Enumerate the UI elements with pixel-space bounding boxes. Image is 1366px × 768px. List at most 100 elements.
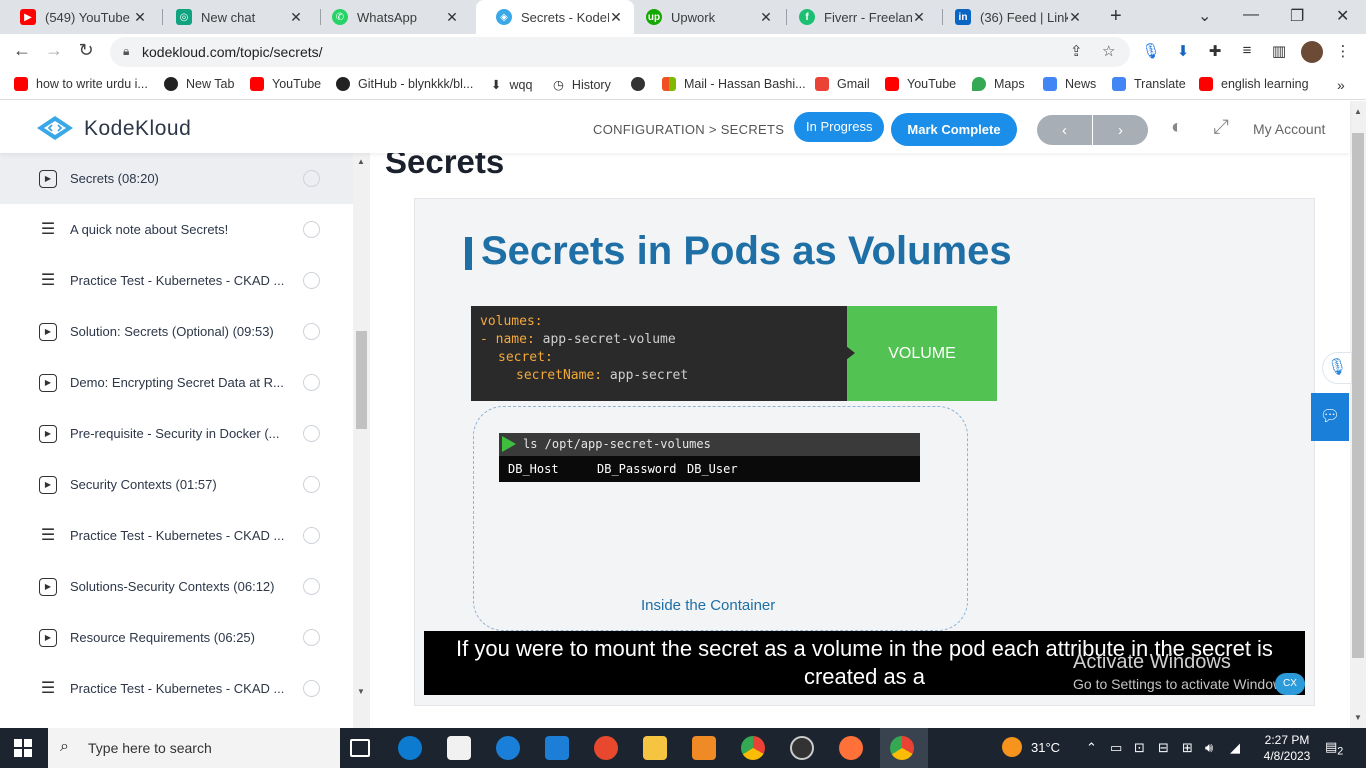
tab-youtube[interactable]: ▶ (549) YouTube ✕ — [0, 0, 158, 34]
completion-circle[interactable] — [303, 170, 320, 187]
completion-circle[interactable] — [303, 578, 320, 595]
bookmarks-overflow-icon[interactable]: » — [1337, 77, 1345, 93]
battery-icon[interactable]: ▭ — [1110, 740, 1122, 756]
close-icon[interactable]: ✕ — [608, 9, 624, 26]
network-icon[interactable]: ⊡ — [1134, 740, 1145, 756]
tab-whatsapp[interactable]: ✆ WhatsApp ✕ — [312, 0, 470, 34]
bookmark-item[interactable]: ◷ History — [553, 77, 611, 93]
chrome-active-icon[interactable] — [890, 736, 914, 760]
tab-fiverr[interactable]: f Fiverr - Freelance ✕ — [779, 0, 937, 34]
completion-circle[interactable] — [303, 527, 320, 544]
lesson-list-item[interactable]: ☰ Practice Test - Kubernetes - CKAD ... — [0, 510, 353, 561]
back-arrow-icon[interactable]: ← — [10, 40, 34, 61]
next-lesson-button[interactable]: › — [1093, 115, 1148, 145]
bookmark-item[interactable]: Maps — [972, 77, 1025, 91]
close-icon[interactable]: ✕ — [288, 9, 304, 26]
scroll-up-arrow-icon[interactable]: ▲ — [357, 157, 365, 166]
scrollbar-thumb[interactable] — [356, 331, 367, 429]
lesson-list-item[interactable]: ▶ Solutions-Security Contexts (06:12) — [0, 561, 353, 612]
lesson-list-item[interactable]: ▶ Secrets (08:20) — [0, 153, 353, 204]
bookmark-item[interactable]: GitHub - blynkkk/bl... — [336, 77, 473, 91]
wifi-icon[interactable]: ◢ — [1230, 740, 1240, 756]
video-player[interactable]: Secrets in Pods as Volumes volumes: - na… — [414, 198, 1315, 706]
lesson-list-item[interactable]: ☰ Practice Test - Kubernetes - CKAD ... — [0, 663, 353, 714]
bookmark-item[interactable]: english learning — [1199, 77, 1309, 91]
bookmark-item[interactable]: how to write urdu i... — [14, 77, 148, 91]
side-panel-icon[interactable]: ▥ — [1269, 42, 1289, 60]
completion-circle[interactable] — [303, 374, 320, 391]
scroll-up-arrow-icon[interactable]: ▲ — [1354, 107, 1362, 116]
dark-mode-moon-icon[interactable]: ◐ — [1171, 116, 1183, 139]
volume-icon[interactable]: 🔊︎ — [1205, 740, 1213, 756]
bookmark-item[interactable]: ⬇ wqq — [491, 77, 532, 93]
scrollbar-thumb[interactable] — [1352, 133, 1364, 658]
lock-icon[interactable]: 🔒︎ — [123, 44, 129, 59]
download-extension-icon[interactable]: ⬇ — [1173, 42, 1193, 60]
obs-icon[interactable] — [790, 736, 814, 760]
close-icon[interactable]: ✕ — [1067, 9, 1083, 26]
previous-lesson-button[interactable]: ‹ — [1037, 115, 1092, 145]
edge-icon[interactable] — [398, 736, 422, 760]
completion-circle[interactable] — [303, 272, 320, 289]
bookmark-item[interactable]: Mail - Hassan Bashi... — [662, 77, 806, 91]
settings-app-icon[interactable] — [692, 736, 716, 760]
close-icon[interactable]: ✕ — [444, 9, 460, 26]
lesson-list-item[interactable]: ▶ Demo: Encrypting Secret Data at R... — [0, 357, 353, 408]
lesson-list-item[interactable]: ☰ A quick note about Secrets! — [0, 204, 353, 255]
cc-badge-icon[interactable]: CX — [1275, 673, 1305, 695]
bookmark-item[interactable]: YouTube — [250, 77, 321, 91]
taskbar-clock[interactable]: 2:27 PM 4/8/2023 — [1258, 732, 1316, 764]
tab-kodekloud[interactable]: ◈ Secrets - KodeKloud ✕ — [476, 0, 634, 34]
my-account-link[interactable]: My Account — [1253, 121, 1325, 137]
microphone-extension-icon[interactable]: 🎙︎ — [1141, 42, 1161, 60]
brand-name[interactable]: KodeKloud — [84, 117, 191, 141]
weather-temperature[interactable]: 31°C — [1031, 740, 1060, 755]
completion-circle[interactable] — [303, 629, 320, 646]
tab-upwork[interactable]: up Upwork ✕ — [626, 0, 784, 34]
bookmark-item[interactable] — [631, 77, 653, 91]
bookmark-item[interactable]: News — [1043, 77, 1096, 91]
url-text[interactable]: kodekloud.com/topic/secrets/ — [142, 44, 323, 60]
lesson-list-item[interactable]: ☰ Practice Test - Kubernetes - CKAD ... — [0, 255, 353, 306]
lesson-list-item[interactable]: ▶ Security Contexts (01:57) — [0, 459, 353, 510]
mail-icon[interactable] — [545, 736, 569, 760]
restore-icon[interactable]: ❐ — [1290, 6, 1304, 26]
profile-avatar[interactable] — [1301, 41, 1323, 63]
lesson-list-item[interactable]: ▶ Resource Requirements (06:25) — [0, 612, 353, 663]
tab-linkedin[interactable]: in (36) Feed | LinkedIn ✕ — [935, 0, 1093, 34]
windows-start-icon[interactable] — [14, 739, 32, 757]
minimize-icon[interactable]: — — [1243, 6, 1259, 24]
tab-search-chevron-icon[interactable]: ⌄ — [1198, 6, 1211, 26]
app-swirl-icon[interactable] — [594, 736, 618, 760]
chat-bubble-icon[interactable]: 💬︎ — [1311, 393, 1349, 441]
file-explorer-icon[interactable] — [643, 736, 667, 760]
extensions-puzzle-icon[interactable]: ✚ — [1205, 42, 1225, 60]
close-icon[interactable]: ✕ — [132, 9, 148, 26]
address-bar[interactable]: 🔒︎ kodekloud.com/topic/secrets/ ⇪ ☆ — [110, 37, 1130, 67]
completion-circle[interactable] — [303, 221, 320, 238]
new-tab-plus-icon[interactable]: + — [1110, 5, 1122, 28]
tab-new-chat[interactable]: ◎ New chat ✕ — [156, 0, 314, 34]
lesson-list-item[interactable]: ▶ Pre-requisite - Security in Docker (..… — [0, 408, 353, 459]
store-icon[interactable] — [447, 736, 471, 760]
forward-arrow-icon[interactable]: → — [42, 40, 66, 61]
voice-input-microphone-icon[interactable]: 🎙︎ — [1322, 352, 1352, 384]
share-icon[interactable]: ⇪ — [1070, 42, 1083, 60]
scroll-down-arrow-icon[interactable]: ▼ — [357, 687, 365, 696]
kodekloud-logo-icon[interactable] — [36, 115, 74, 141]
notification-center-icon[interactable]: ▤2 — [1325, 739, 1343, 758]
completion-circle[interactable] — [303, 680, 320, 697]
close-icon[interactable]: ✕ — [911, 9, 927, 26]
reload-icon[interactable]: ↻ — [74, 40, 98, 61]
completion-circle[interactable] — [303, 425, 320, 442]
page-scrollbar[interactable]: ▲ ▼ — [1350, 101, 1366, 728]
tray-chevron-icon[interactable]: ⌃ — [1086, 740, 1097, 756]
taskbar-search-box[interactable]: ⌕ Type here to search — [48, 728, 340, 768]
window-close-icon[interactable]: ✕ — [1336, 6, 1349, 26]
camera-icon[interactable]: ⊞ — [1182, 740, 1193, 756]
mark-complete-button[interactable]: Mark Complete — [891, 113, 1017, 146]
weather-sun-icon[interactable] — [1002, 737, 1022, 757]
lesson-list-item[interactable]: ▶ Solution: Secrets (Optional) (09:53) — [0, 306, 353, 357]
sidebar-scrollbar[interactable]: ▲ ▼ — [353, 153, 370, 728]
bookmark-item[interactable]: YouTube — [885, 77, 956, 91]
